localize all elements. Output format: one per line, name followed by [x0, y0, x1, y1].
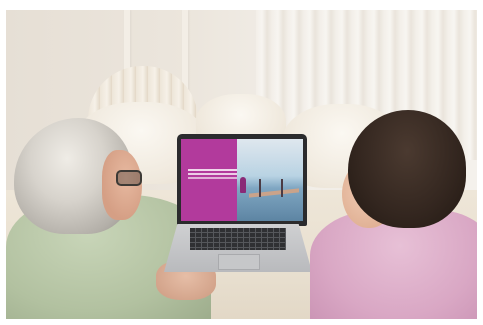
- young-woman-hair: [348, 110, 466, 228]
- screen-sea-photo: [237, 139, 303, 221]
- laptop-base: [164, 224, 312, 272]
- keyboard: [190, 228, 286, 250]
- pier-post: [259, 179, 261, 197]
- touchpad: [218, 254, 260, 270]
- screen-text-lines: [188, 169, 238, 171]
- glasses: [116, 170, 142, 186]
- photo: [6, 10, 477, 319]
- pier-post: [281, 179, 283, 197]
- laptop-screen: [181, 139, 303, 221]
- laptop-lid: [177, 134, 307, 226]
- screen-magenta-panel: [181, 139, 237, 221]
- image-frame: [0, 0, 483, 325]
- person-on-pier: [240, 177, 246, 193]
